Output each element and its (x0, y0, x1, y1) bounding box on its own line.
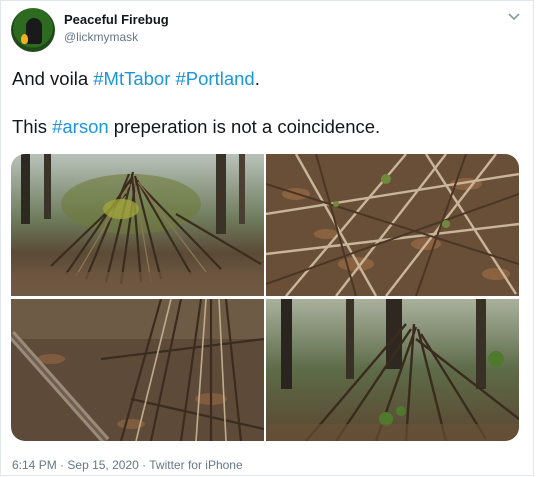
photo-3[interactable] (11, 299, 264, 441)
author-handle[interactable]: @lickmymask (64, 30, 138, 44)
photo-4[interactable] (266, 299, 519, 441)
tweet-source[interactable]: Twitter for iPhone (149, 458, 242, 472)
avatar-figure (26, 18, 42, 44)
tweet-time[interactable]: 6:14 PM (12, 458, 57, 472)
text-segment: . (254, 68, 260, 89)
tweet-text: And voila #MtTabor #Portland. This #arso… (12, 67, 522, 139)
tweet-line-2: This #arson preperation is not a coincid… (12, 115, 522, 139)
text-segment: And voila (12, 68, 94, 89)
hashtag-mttabor[interactable]: #MtTabor (93, 68, 170, 89)
hashtag-portland[interactable]: #Portland (176, 68, 255, 89)
hashtag-arson[interactable]: #arson (52, 116, 109, 137)
tweet-meta: 6:14 PM · Sep 15, 2020 · Twitter for iPh… (12, 458, 243, 472)
avatar-flame (21, 34, 28, 44)
tweet-date[interactable]: Sep 15, 2020 (67, 458, 138, 472)
photo-2[interactable] (266, 154, 519, 296)
photo-1[interactable] (11, 154, 264, 296)
meta-separator: · (142, 458, 147, 472)
meta-separator: · (60, 458, 65, 472)
chevron-down-icon[interactable] (506, 9, 522, 25)
text-segment: This (12, 116, 53, 137)
text-segment: preperation is not a coincidence. (108, 116, 381, 137)
tweet-line-1: And voila #MtTabor #Portland. (12, 67, 522, 91)
media-grid (11, 154, 519, 441)
author-display-name[interactable]: Peaceful Firebug (64, 12, 169, 27)
avatar[interactable] (11, 8, 55, 52)
tweet-card: Peaceful Firebug @lickmymask And voila #… (0, 0, 534, 476)
